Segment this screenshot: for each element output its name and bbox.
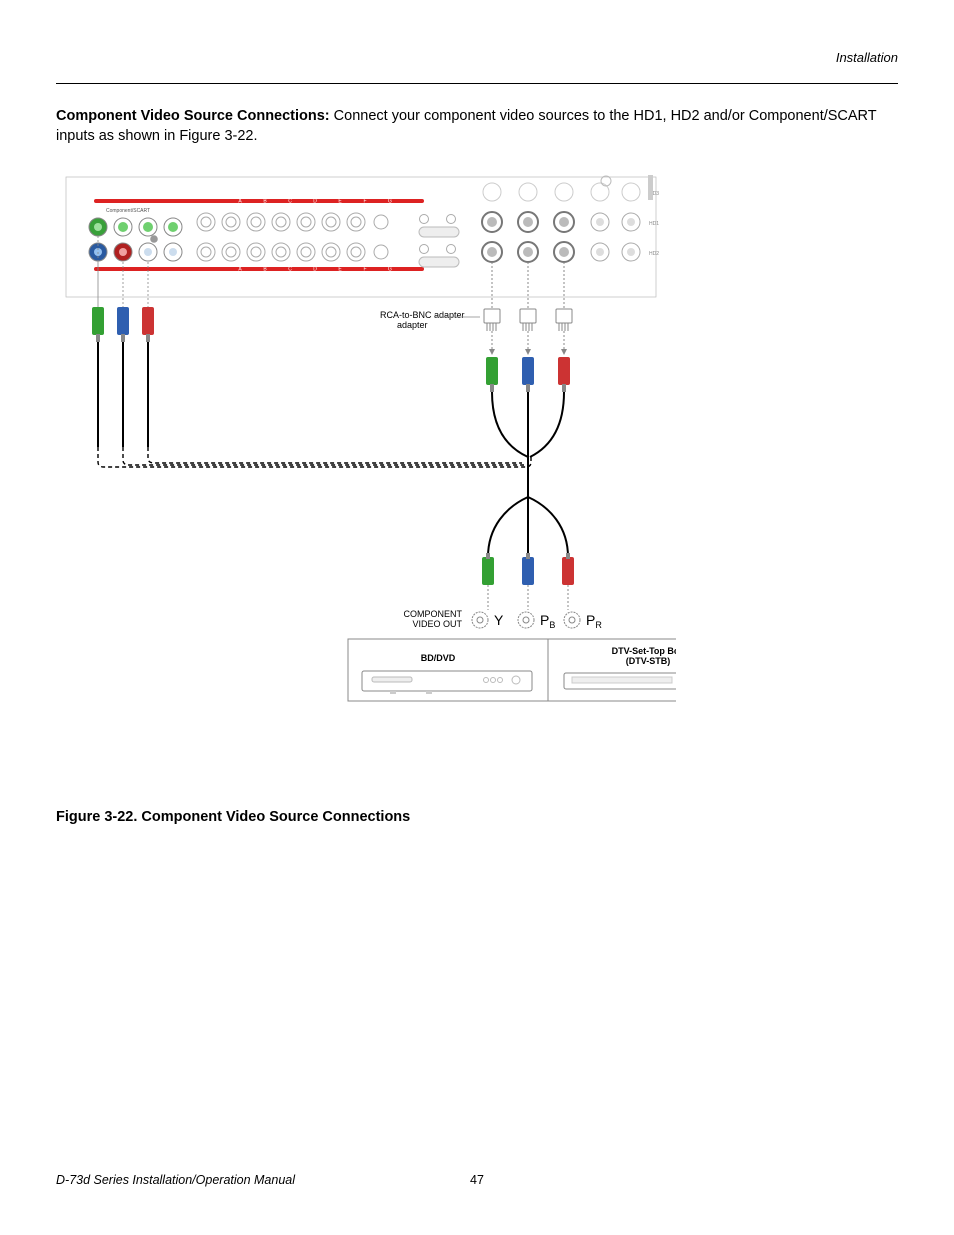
svg-text:HD1: HD1 [649, 221, 659, 227]
svg-text:D: D [313, 198, 317, 204]
page-footer: D-73d Series Installation/Operation Manu… [56, 1173, 898, 1187]
figure-3-22: A B C D E F G A B C D E F G Component/SC… [56, 167, 898, 787]
svg-text:(DTV-STB): (DTV-STB) [626, 656, 671, 666]
svg-text:RCA-to-BNC adapter: RCA-to-BNC adapter [380, 310, 465, 320]
manual-title: D-73d Series Installation/Operation Manu… [56, 1173, 295, 1187]
svg-text:G: G [388, 198, 392, 204]
svg-text:C: C [288, 266, 292, 272]
svg-text:adapter: adapter [397, 320, 428, 330]
svg-text:C: C [288, 198, 292, 204]
svg-text:PR: PR [586, 612, 602, 630]
figure-caption: Figure 3-22. Component Video Source Conn… [56, 809, 898, 825]
page-number: 47 [470, 1173, 484, 1187]
svg-text:PB: PB [540, 612, 555, 630]
svg-text:COMPONENT: COMPONENT [404, 609, 463, 619]
connection-diagram-svg: A B C D E F G A B C D E F G Component/SC… [56, 167, 676, 787]
svg-text:VIDEO OUT: VIDEO OUT [412, 619, 462, 629]
svg-text:D: D [313, 266, 317, 272]
svg-text:F: F [363, 198, 366, 204]
svg-text:HD2: HD2 [649, 251, 659, 257]
paragraph-lead: Component Video Source Connections: [56, 108, 330, 124]
svg-text:DTV-Set-Top Box: DTV-Set-Top Box [612, 646, 676, 656]
body-paragraph: Component Video Source Connections: Conn… [56, 106, 898, 147]
header-rule [56, 83, 898, 84]
svg-text:F: F [363, 266, 366, 272]
svg-text:G: G [388, 266, 392, 272]
section-name: Installation [836, 50, 898, 65]
svg-text:BD/DVD: BD/DVD [421, 653, 456, 663]
svg-text:Component/SCART: Component/SCART [106, 208, 150, 214]
svg-text:Y: Y [494, 612, 504, 628]
running-header: Installation [56, 50, 898, 65]
